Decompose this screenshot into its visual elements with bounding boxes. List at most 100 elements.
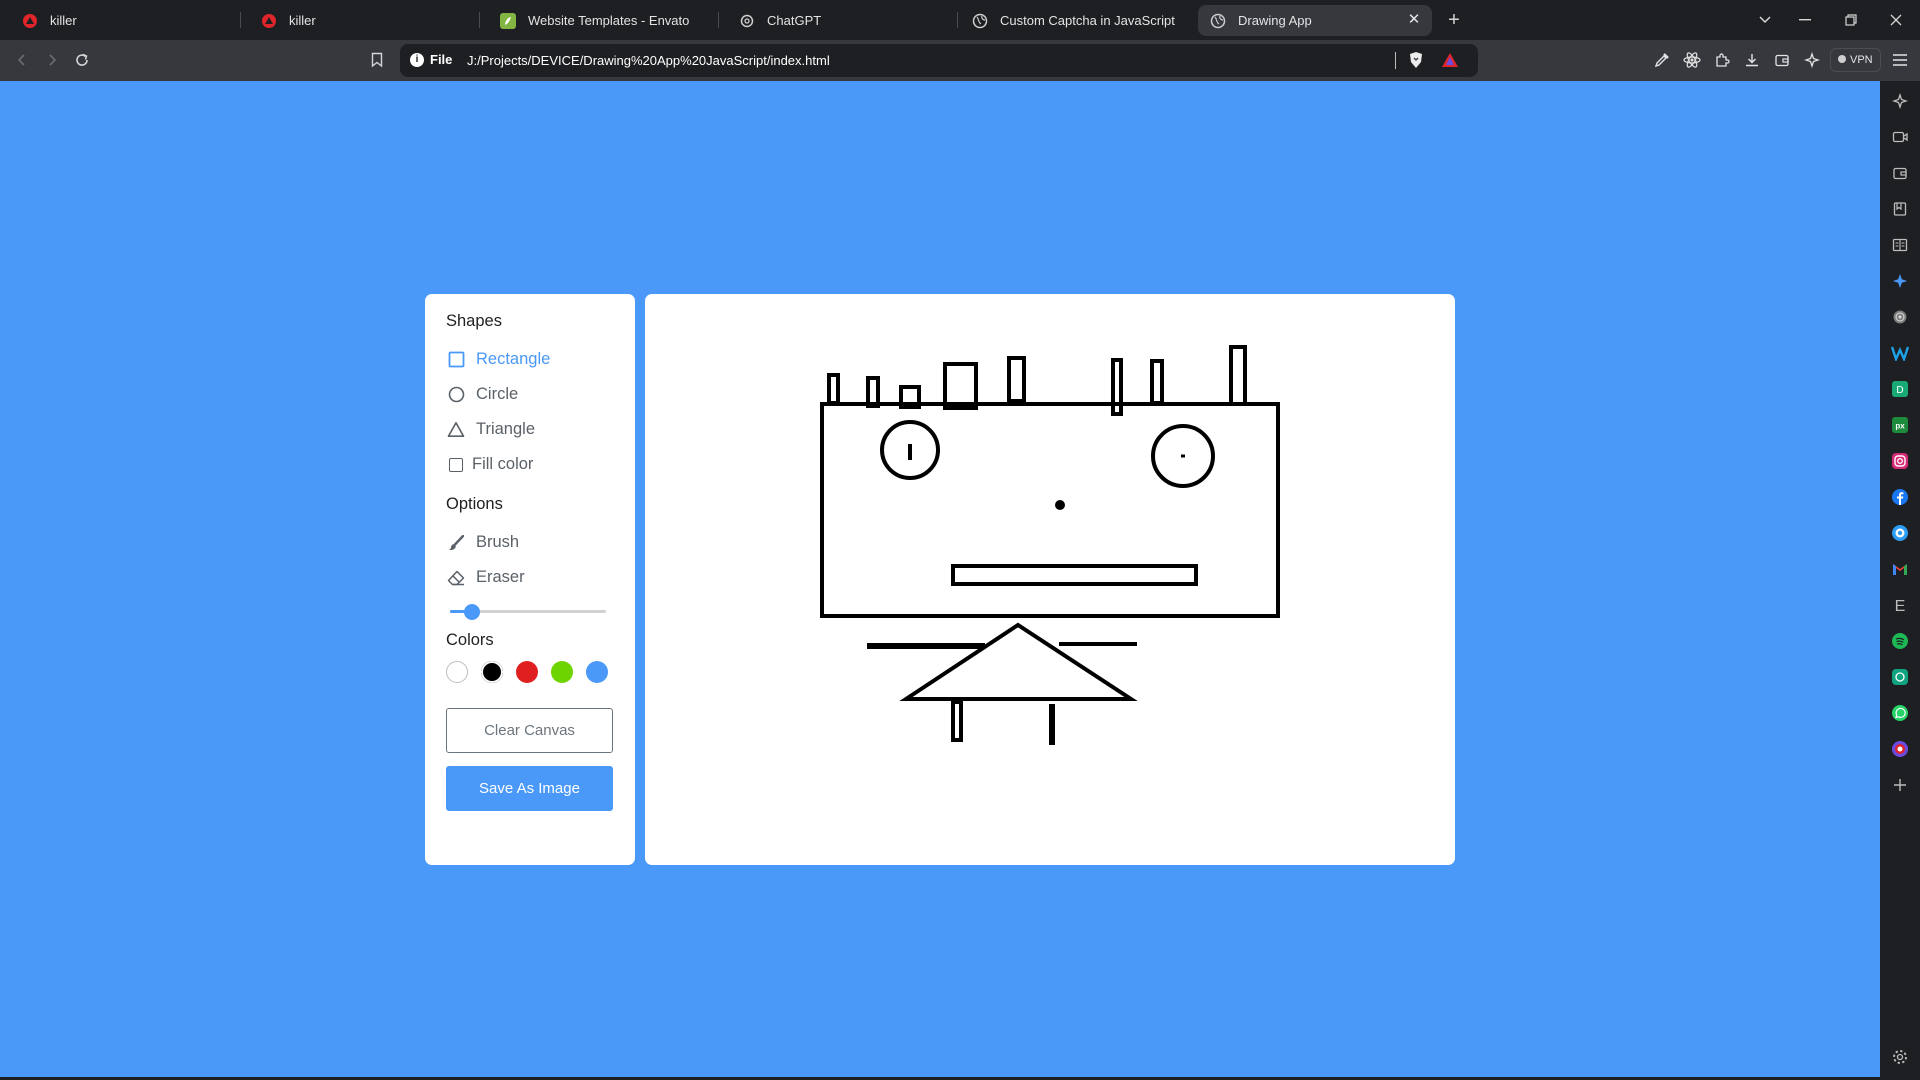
shape-option-rectangle[interactable]: Rectangle [446,342,613,377]
minimize-icon[interactable] [1790,6,1820,34]
drawn-rectangle-hair [1150,359,1164,405]
tab-search-chevron-icon[interactable] [1750,6,1780,34]
address-bar[interactable]: i File J:/Projects/DEVICE/Drawing%20App%… [400,44,1478,77]
wallet-icon[interactable] [1772,50,1792,70]
app-d-icon[interactable]: D [1890,379,1910,399]
vpn-button[interactable]: VPN [1830,48,1881,72]
svg-text:E: E [1895,598,1906,613]
gmail-icon[interactable] [1890,559,1910,579]
drawn-rectangle-hair [943,362,978,410]
talk-video-icon[interactable] [1890,127,1910,147]
reading-list-icon[interactable] [1890,235,1910,255]
extensions-puzzle-icon[interactable] [1712,50,1732,70]
tab-title: Custom Captcha in JavaScript | Codi [1000,13,1178,28]
download-icon[interactable] [1742,50,1762,70]
leo-sidebar-icon[interactable] [1890,91,1910,111]
bookmark-icon[interactable] [365,48,389,72]
envato-e-icon[interactable]: E [1890,595,1910,615]
sparkle-icon[interactable] [1890,271,1910,291]
globe-icon [1210,13,1226,29]
shape-option-circle[interactable]: Circle [446,377,613,412]
chatgpt-icon [739,13,755,29]
back-arrow-icon[interactable] [10,48,34,72]
leo-ai-icon[interactable] [1802,50,1822,70]
color-options [446,661,608,683]
tab-title: Website Templates - Envato [528,13,690,28]
tab-separator [479,12,480,28]
sidebar-settings-gear-icon[interactable] [1890,1047,1910,1067]
brush-icon [446,533,466,553]
save-image-button[interactable]: Save As Image [446,766,613,811]
menu-hamburger-icon[interactable] [1890,50,1910,70]
tab-separator [718,12,719,28]
drawn-rectangle-hair [866,376,880,408]
brand-logo-icon [261,13,277,29]
fill-color-checkbox[interactable] [449,457,463,472]
color-swatch-4[interactable] [551,661,573,683]
tab-4[interactable]: ChatGPT [727,5,957,36]
url-text[interactable]: J:/Projects/DEVICE/Drawing%20App%20JavaS… [467,53,830,68]
svg-text:D: D [1896,385,1903,396]
drawing-canvas[interactable] [645,294,1455,865]
drawn-rectangle-mouth [951,564,1198,586]
drawing-board [645,294,1455,865]
chat-app-icon[interactable] [1890,667,1910,687]
brave-shield-icon[interactable] [1406,50,1426,70]
url-divider [1395,52,1396,69]
wallet-sidebar-icon[interactable] [1890,163,1910,183]
shape-label: Circle [476,385,519,403]
eyedropper-icon[interactable] [1652,50,1672,70]
color-swatch-1[interactable] [446,661,468,683]
brave-rewards-icon[interactable] [1440,50,1460,70]
instagram-icon[interactable] [1890,451,1910,471]
clear-canvas-button[interactable]: Clear Canvas [446,708,613,753]
app-px-icon[interactable]: px [1890,415,1910,435]
tab-6-active[interactable]: Drawing App ✕ [1198,5,1432,36]
app-colorful-icon[interactable] [1890,739,1910,759]
bookmarks-sidebar-icon[interactable] [1890,199,1910,219]
messenger-icon[interactable] [1890,523,1910,543]
brush-size-slider[interactable] [446,601,608,621]
tor-icon[interactable] [1890,307,1910,327]
browser-sidebar: D px E [1880,81,1920,1080]
restore-icon[interactable] [1836,6,1866,34]
globe-icon [972,13,988,29]
reload-icon[interactable] [70,48,94,72]
eraser-icon [446,568,466,588]
tool-option-eraser[interactable]: Eraser [446,560,613,595]
brand-w-icon[interactable] [1890,343,1910,363]
tool-label: Eraser [476,568,525,586]
drawn-rectangle-hair [1229,345,1247,406]
drawn-rectangle-hair [1007,356,1026,403]
close-window-icon[interactable] [1881,6,1911,34]
tab-5[interactable]: Custom Captcha in JavaScript | Codi [960,5,1190,36]
color-swatch-5[interactable] [586,661,608,683]
tab-2[interactable]: killer [249,5,479,36]
tab-1[interactable]: killer [10,5,240,36]
close-tab-icon[interactable]: ✕ [1406,12,1422,28]
url-scheme: File [430,52,453,67]
tools-board: Shapes Rectangle Circle Triangle Fill co… [425,294,635,865]
new-tab-button[interactable]: + [1444,8,1464,32]
react-devtools-icon[interactable] [1682,50,1702,70]
facebook-icon[interactable] [1890,487,1910,507]
fill-color-option[interactable]: Fill color [446,447,613,482]
tab-title: killer [50,13,77,28]
whatsapp-icon[interactable] [1890,703,1910,723]
site-info-button[interactable]: i File [410,52,452,67]
color-swatch-2[interactable] [481,661,503,683]
slider-thumb[interactable] [463,604,480,620]
add-sidebar-item-icon[interactable] [1890,775,1910,795]
tool-option-brush[interactable]: Brush [446,525,613,560]
spotify-icon[interactable] [1890,631,1910,651]
tool-label: Brush [476,533,520,551]
options-title: Options [446,495,503,513]
shapes-title: Shapes [446,312,502,330]
forward-arrow-icon[interactable] [40,48,64,72]
color-swatch-3[interactable] [516,661,538,683]
tab-3[interactable]: Website Templates - Envato [488,5,718,36]
info-icon: i [410,52,424,67]
shape-option-triangle[interactable]: Triangle [446,412,613,447]
square-outline-icon [446,350,466,370]
tab-title: ChatGPT [767,13,822,28]
